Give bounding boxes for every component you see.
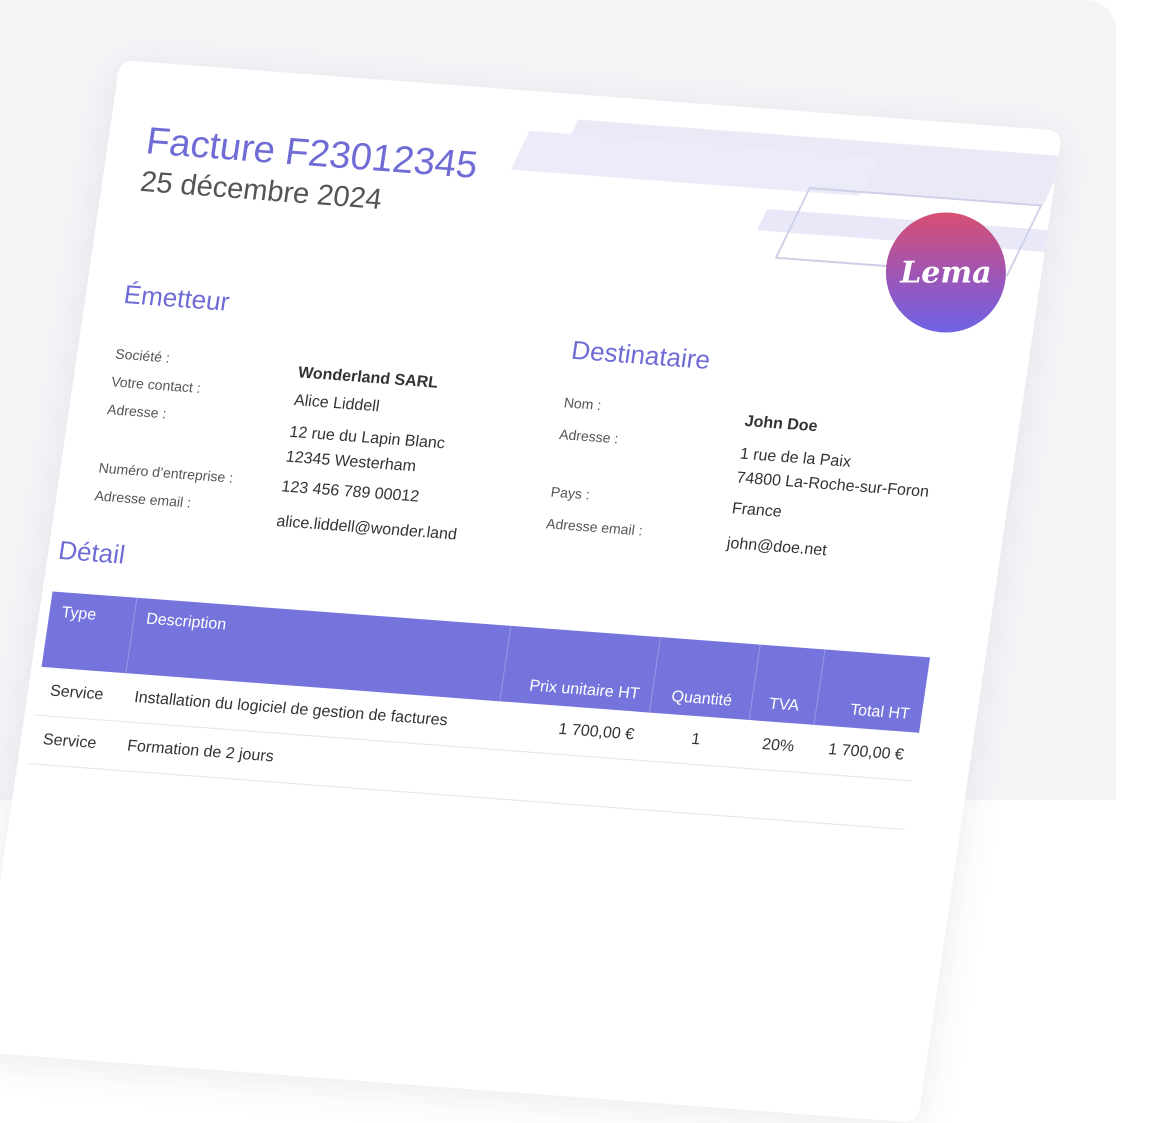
recipient-address-label: Adresse : [558, 426, 620, 447]
row-vat [734, 768, 807, 822]
emitter-email[interactable]: alice.liddell@wonder.land [275, 513, 458, 544]
row-total [799, 773, 913, 830]
emitter-email-label: Adresse email : [93, 487, 193, 511]
column-header-total: Total HT [813, 649, 931, 733]
row-type: Service [34, 666, 126, 722]
recipient-country: France [730, 500, 783, 521]
row-unit-price [485, 749, 643, 810]
row-total: 1 700,00 € [806, 724, 920, 781]
column-header-vat: TVA [749, 644, 825, 725]
name-label: Nom : [562, 394, 603, 413]
invoice-items-table: Type Description Prix unitaire HT Quanti… [27, 591, 931, 830]
contact-label: Votre contact : [110, 373, 202, 396]
row-type: Service [27, 714, 119, 770]
emitter-contact: Alice Liddell [292, 392, 381, 416]
row-vat: 20% [742, 720, 814, 774]
emitter-address-line2: 12345 Westerham [284, 448, 418, 476]
recipient-email-label: Adresse email : [545, 515, 644, 539]
emitter-company: Wonderland SARL [296, 364, 440, 392]
column-header-quantity: Quantité [649, 637, 761, 721]
recipient-name: John Doe [743, 412, 819, 436]
country-label: Pays : [549, 483, 591, 503]
row-quantity [635, 760, 743, 817]
emitter-address-label: Adresse : [106, 401, 168, 422]
detail-heading: Détail [56, 534, 128, 570]
row-quantity: 1 [642, 712, 750, 769]
recipient-heading: Destinataire [569, 334, 713, 375]
emitter-heading: Émetteur [122, 279, 232, 317]
recipient-address-line1: 1 rue de la Paix [738, 445, 853, 471]
invoice-sheet: Lema Facture F23012345 25 décembre 2024 … [0, 60, 1063, 1123]
column-header-type: Type [41, 591, 137, 674]
logo-text: Lema [900, 255, 992, 291]
emitter-company-number: 123 456 789 00012 [280, 478, 421, 506]
column-header-unit-price: Prix unitaire HT [499, 625, 661, 713]
company-number-label: Numéro d’entreprise : [97, 459, 235, 486]
emitter-address-line1: 12 rue du Lapin Blanc [288, 423, 446, 453]
recipient-address-line2: 74800 La-Roche-sur-Foron [735, 469, 931, 501]
company-logo: Lema [885, 212, 1006, 333]
recipient-email[interactable]: john@doe.net [726, 535, 828, 560]
company-label: Société : [114, 345, 171, 366]
